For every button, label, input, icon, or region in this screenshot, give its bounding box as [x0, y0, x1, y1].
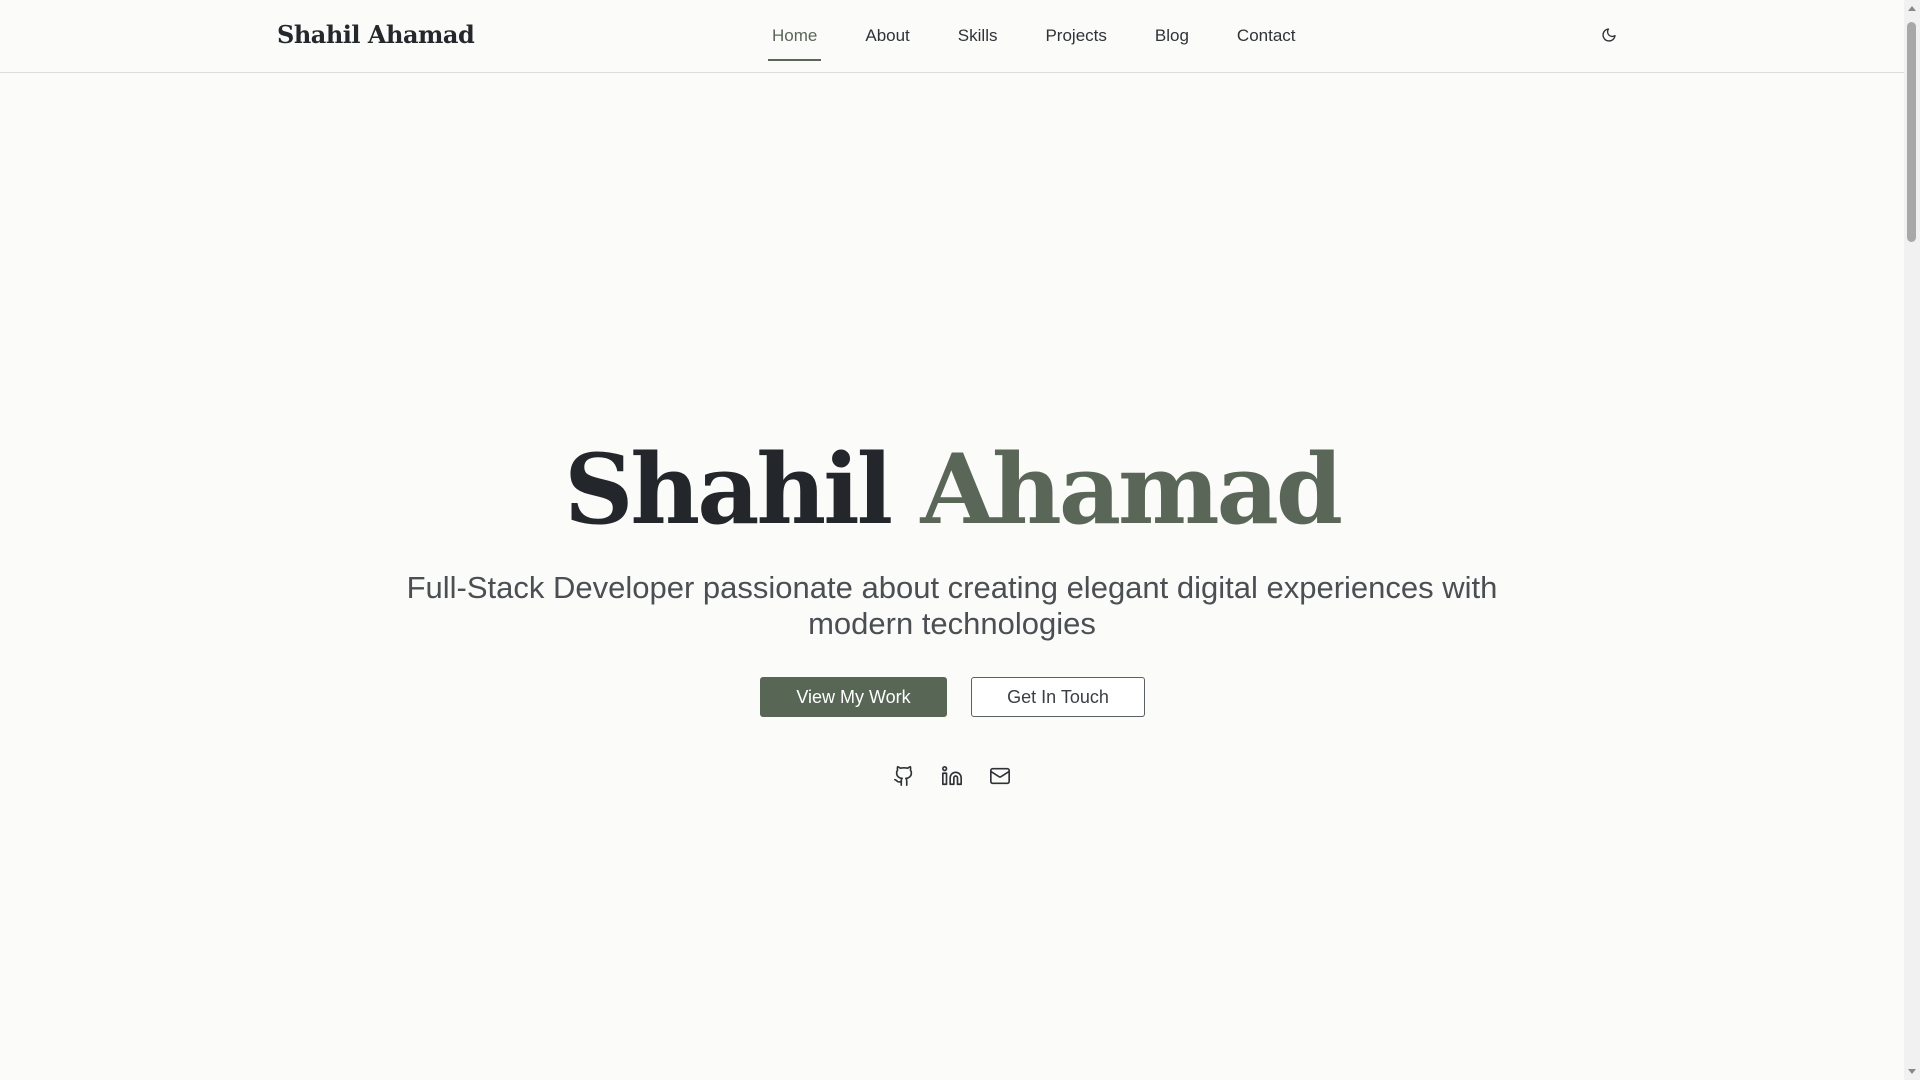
hero-section: Shahil Ahamad Full-Stack Developer passi… [0, 72, 1904, 1080]
scrollbar-thumb[interactable] [1907, 22, 1916, 242]
github-link[interactable] [892, 764, 916, 788]
vertical-scrollbar[interactable] [1904, 0, 1920, 1080]
moon-icon [1602, 28, 1616, 42]
theme-toggle-button[interactable] [1598, 24, 1620, 46]
scroll-up-arrow-icon[interactable] [1908, 6, 1916, 11]
hero-last-name: Ahamad [920, 433, 1343, 546]
nav-about[interactable]: About [861, 20, 913, 52]
brand-logo[interactable]: Shahil Ahamad [277, 20, 475, 49]
page: Shahil Ahamad Home About Skills Projects… [0, 0, 1920, 1080]
email-link[interactable] [988, 764, 1012, 788]
hero-first-name: Shahil [564, 433, 893, 546]
nav-projects[interactable]: Projects [1041, 20, 1110, 52]
nav-contact[interactable]: Contact [1233, 20, 1300, 52]
linkedin-link[interactable] [940, 764, 964, 788]
github-icon [894, 766, 913, 786]
nav-skills[interactable]: Skills [954, 20, 1002, 52]
mail-icon [990, 767, 1010, 785]
main-nav: Home About Skills Projects Blog Contact [768, 0, 1340, 72]
get-in-touch-button[interactable]: Get In Touch [971, 677, 1145, 717]
linkedin-icon [942, 766, 962, 786]
nav-blog[interactable]: Blog [1151, 20, 1193, 52]
view-my-work-button[interactable]: View My Work [760, 677, 947, 717]
scroll-down-arrow-icon[interactable] [1908, 1069, 1916, 1074]
hero-subtitle: Full-Stack Developer passionate about cr… [406, 570, 1498, 641]
social-links [892, 764, 1012, 788]
hero-actions: View My Work Get In Touch [760, 677, 1145, 717]
nav-home[interactable]: Home [768, 20, 822, 61]
site-header: Shahil Ahamad Home About Skills Projects… [0, 0, 1904, 73]
hero-title: Shahil Ahamad [0, 442, 1904, 538]
